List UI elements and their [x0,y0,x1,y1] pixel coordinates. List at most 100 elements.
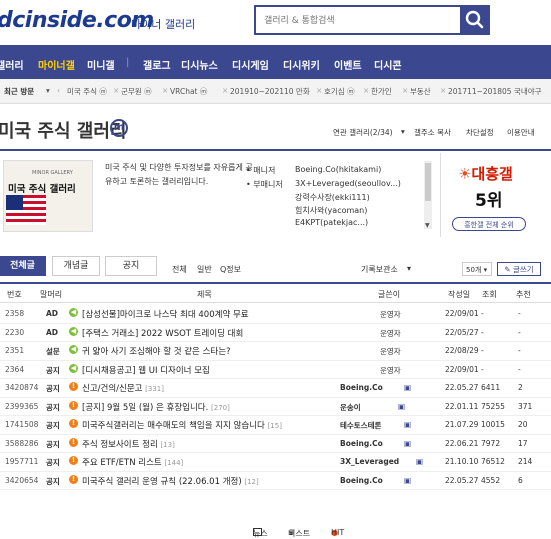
copy-address-link[interactable]: 갤주소 복사 [414,127,451,138]
related-galleries-link[interactable]: 연관 갤러리(2/34) [333,127,393,138]
nav-minor-gallery[interactable]: 마이너갤 [38,57,75,72]
nav-gallog[interactable]: 갤로그 [143,57,171,72]
table-row[interactable]: 2230 AD ◀ [주택스 거래소] 2022 WSOT 트레이딩 대회 운영자 22… [0,323,551,342]
prev-icon[interactable]: ‹ [57,86,60,95]
recent-item[interactable]: 미국 주식 ⓜ [67,86,107,97]
search-input[interactable] [256,7,462,35]
post-number: 1741508 [5,420,39,429]
block-settings-link[interactable]: 차단설정 [466,127,494,138]
filter-general[interactable]: 일반 [197,264,212,275]
nav-mini-gallery[interactable]: 미니갤 [87,57,115,72]
search-button[interactable] [460,5,490,35]
post-writer[interactable]: Boeing.Co [340,476,383,485]
post-writer[interactable]: Boeing.Co [340,439,383,448]
post-writer[interactable]: 테수토스테론 [340,420,381,431]
post-title[interactable]: 미국주식 갤러리 운영 규칙 (22.06.01 개정) [12] [82,475,259,487]
chevron-down-icon[interactable]: ▾ [46,86,50,95]
recent-item[interactable]: 군무원 ⓜ [121,86,152,97]
tab-concept-posts[interactable]: 개념글 [52,256,100,276]
table-row[interactable]: 2351 설문 ◀ 귀 얇아 사기 조심해야 할 것 같은 스타는? 운영자 22/08… [0,341,551,361]
nav-dccon[interactable]: 디시콘 [374,57,402,72]
table-row[interactable]: 1741508 공지! 미국주식갤러리는 매수매도의 책임을 지지 않습니다 [15… [0,415,551,435]
nav-dc-wiki[interactable]: 디시위키 [283,57,320,72]
post-date: 21.10.10 [445,457,479,466]
post-recs: - [518,309,521,318]
close-icon[interactable]: × [440,86,446,95]
recent-item[interactable]: 201711~201805 국내야구 [448,86,542,97]
close-icon[interactable]: × [316,86,322,95]
post-title[interactable]: [공지] 9월 5일 (월) 은 휴장입니다. [270] [82,401,230,413]
scrollbar-thumb[interactable] [425,163,431,201]
guide-link[interactable]: 이용안내 [507,127,535,138]
close-icon[interactable]: × [162,86,168,95]
comment-count[interactable]: [144] [164,459,183,467]
post-recs: 20 [518,420,528,429]
post-head: 공지 [46,476,60,486]
table-row[interactable]: 1957711 공지! 주요 ETF/ETN 리스트 [144] 3X_Leverag… [0,452,551,472]
nav-event[interactable]: 이벤트 [334,57,362,72]
comment-count[interactable]: [15] [268,422,282,430]
close-icon[interactable]: × [113,86,119,95]
recent-item[interactable]: 호기심 ⓜ [324,86,355,97]
submanager-name[interactable]: E4KPT(patekjac...) [295,218,368,227]
table-row[interactable]: 3420654 공지! 미국주식 갤러리 운영 규칙 (22.06.01 개정) [… [0,471,551,490]
post-writer[interactable]: 운영자 [380,346,401,357]
post-number: 3420654 [5,475,39,485]
submanager-name[interactable]: 힘치사와(yacoman) [295,205,367,216]
minor-badge-icon: m [110,119,128,137]
comment-count[interactable]: [270] [211,404,230,412]
chevron-down-icon[interactable]: ▾ [401,127,405,136]
post-writer[interactable]: 운영자 [380,328,401,339]
table-row[interactable]: 3420874 공지! 신고/건의/신문고 [331] Boeing.Co ▣ 22.05… [0,378,551,398]
post-title[interactable]: 미국주식갤러리는 매수매도의 책임을 지지 않습니다 [15] [82,419,282,431]
nav-gallery[interactable]: 갤러리 [0,57,24,72]
comment-count[interactable]: [13] [161,441,175,449]
gallery-title[interactable]: 미국 주식 갤러리 [0,117,126,143]
recent-item[interactable]: 부동산 [410,86,431,97]
post-title[interactable]: 주식 정보사이트 정리 [13] [82,438,175,450]
post-writer[interactable]: 운영자 [380,309,401,320]
tab-notice[interactable]: 공지 [105,256,157,276]
submanager-name[interactable]: 강력수사장(ekki111) [295,192,370,203]
filter-archive[interactable]: 기록보관소 [361,264,398,275]
post-writer[interactable]: 운송이 [340,402,361,413]
post-title[interactable]: [삼성선물]마이크로 나스닥 최대 400계약 무료 [82,308,249,320]
post-title[interactable]: 주요 ETF/ETN 리스트 [144] [82,456,183,468]
scroll-down-icon[interactable]: ▼ [425,222,430,229]
nav-dc-news[interactable]: 디시뉴스 [181,57,218,72]
recent-visits-label[interactable]: 최근 방문 [4,86,34,97]
close-icon[interactable]: × [363,86,369,95]
post-title[interactable]: 신고/건의/신문고 [331] [82,382,164,394]
manager-name[interactable]: Boeing.Co(hkitakami) [295,165,381,174]
minor-gallery-label[interactable]: 마이너 갤러리 [131,16,195,32]
post-title[interactable]: [디시채용공고] 웹 UI 디자이너 모집 [82,364,210,376]
table-row[interactable]: 2399365 공지! [공지] 9월 5일 (월) 은 휴장입니다. [270] 운… [0,397,551,416]
recent-item[interactable]: 한가인 [371,86,392,97]
post-date: 22/08/29 [445,346,479,355]
post-writer[interactable]: Boeing.Co [340,383,383,392]
table-row[interactable]: 3588286 공지! 주식 정보사이트 정리 [13] Boeing.Co ▣ 22.0… [0,434,551,453]
gallery-image-title: 미국 주식 갤러리 [8,184,76,195]
filter-info[interactable]: Q정보 [220,264,241,275]
nav-dc-game[interactable]: 디시게임 [232,57,269,72]
comment-count[interactable]: [331] [145,385,164,393]
per-page-select[interactable]: 50개 ▾ [462,262,492,276]
post-title[interactable]: [주택스 거래소] 2022 WSOT 트레이딩 대회 [82,327,243,339]
close-icon[interactable]: × [222,86,228,95]
filter-all[interactable]: 전체 [172,264,187,275]
close-icon[interactable]: × [402,86,408,95]
post-title[interactable]: 귀 얇아 사기 조심해야 할 것 같은 스타는? [82,345,231,357]
write-button[interactable]: ✎ 글쓰기 [497,262,541,276]
table-row[interactable]: 2364 공지 ◀ [디시채용공고] 웹 UI 디자이너 모집 운영자 22/09/01… [0,360,551,379]
chevron-down-icon[interactable]: ▾ [407,264,411,273]
recent-item[interactable]: VRChat ⓜ [170,86,207,97]
speaker-icon: ◀ [69,326,78,336]
manager-badge-icon: ▣ [398,401,406,411]
submanager-name[interactable]: 3X+Leveraged(seoullov...) [295,179,401,188]
post-writer[interactable]: 3X_Leveraged [340,457,399,466]
recent-item[interactable]: 201910~202110 만화 [230,86,310,97]
rank-all-button[interactable]: 흥한갤 전체 순위 [452,217,526,231]
table-row[interactable]: 2358 AD ◀ [삼성선물]마이크로 나스닥 최대 400계약 무료 운영자 22/… [0,304,551,324]
tab-all-posts[interactable]: 전체글 [0,256,46,276]
post-writer[interactable]: 운영자 [380,365,401,376]
